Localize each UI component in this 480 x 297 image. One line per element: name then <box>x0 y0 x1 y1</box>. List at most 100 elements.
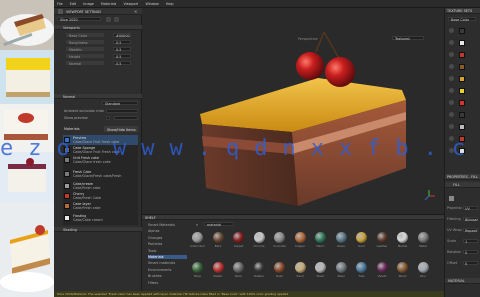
fill-prop-field[interactable]: 0 <box>463 261 478 266</box>
fill-prop-field[interactable]: Repeat <box>463 228 478 233</box>
layer-item-cake-cream[interactable]: Cake/cream Cake/Fresh cake <box>63 181 138 191</box>
texture-swatch[interactable] <box>459 100 465 106</box>
texture-swatch[interactable] <box>459 88 465 94</box>
material-ball[interactable] <box>356 262 367 273</box>
height-value[interactable]: 0.5 <box>113 54 131 59</box>
shelf-category-item[interactable]: Materials <box>148 255 187 259</box>
material-ball[interactable] <box>397 262 408 273</box>
cake-3d-model[interactable] <box>142 8 444 214</box>
material-ball[interactable] <box>376 262 388 273</box>
show-preview-field[interactable] <box>114 116 138 120</box>
material-ball[interactable] <box>192 232 203 243</box>
reference-photo-lemon-cake[interactable] <box>0 50 54 104</box>
normal-mode-dropdown[interactable]: Standard <box>102 101 138 106</box>
menu-image[interactable]: Image <box>83 2 94 6</box>
base-color-value[interactable]: #00000 <box>113 33 131 38</box>
fill-prop-field[interactable]: UV <box>463 206 478 211</box>
layer-item-cherry[interactable]: Cherry Cake/Fresh Cake <box>63 191 138 201</box>
texture-swatch[interactable] <box>459 28 465 34</box>
reset-icon[interactable] <box>114 17 119 22</box>
fill-prop-field[interactable]: 0 <box>463 250 478 255</box>
visibility-eye-icon[interactable] <box>449 100 454 105</box>
3d-viewport[interactable]: Textured Perspective <box>142 8 444 214</box>
menu-materials[interactable]: Materials <box>101 2 117 6</box>
shelf-search-input[interactable]: material <box>204 222 234 227</box>
texture-swatch[interactable] <box>459 76 465 82</box>
texture-swatch[interactable] <box>459 64 465 70</box>
visibility-eye-icon[interactable] <box>449 40 454 45</box>
material-ball[interactable] <box>253 262 265 273</box>
section-normal[interactable]: Normal <box>54 94 142 99</box>
search-icon[interactable]: ⌕ <box>196 222 201 227</box>
visibility-eye-icon[interactable] <box>449 64 454 69</box>
normal-value[interactable]: 0.5 <box>113 61 131 66</box>
layer-item-frosting[interactable]: Frosting Cake/Cake cream <box>63 213 138 223</box>
texture-swatch[interactable] <box>459 40 465 46</box>
reference-photo-cheesecake[interactable] <box>0 202 54 297</box>
roughness-value[interactable]: 0.5 <box>113 40 131 45</box>
menu-window[interactable]: Window <box>145 2 158 6</box>
roughness-field[interactable]: Roughness <box>66 40 104 45</box>
visibility-eye-icon[interactable] <box>449 112 454 117</box>
material-ball[interactable] <box>233 232 244 243</box>
material-ball[interactable] <box>315 232 326 243</box>
material-ball[interactable] <box>335 232 347 243</box>
visibility-eye-icon[interactable] <box>449 88 454 93</box>
material-ball[interactable] <box>356 232 367 243</box>
visibility-eye-icon[interactable] <box>449 124 454 129</box>
material-ball[interactable] <box>192 262 203 273</box>
settings-icon[interactable] <box>106 17 111 22</box>
metallic-value[interactable]: 0.5 <box>113 47 131 52</box>
material-ball[interactable] <box>376 232 388 243</box>
metallic-field[interactable]: Metallic <box>66 47 104 52</box>
material-ball[interactable] <box>294 232 306 243</box>
texture-swatch[interactable] <box>459 52 465 58</box>
shelf-category-item[interactable]: Alphas <box>148 229 187 233</box>
material-ball[interactable] <box>417 232 429 243</box>
material-ball[interactable] <box>212 232 224 243</box>
section-viewports[interactable]: Viewports <box>54 25 142 30</box>
material-ball[interactable] <box>274 232 285 243</box>
shelf-category-item[interactable]: Environments <box>148 268 187 272</box>
show-preview-checkbox[interactable] <box>106 116 110 120</box>
shelf-category-item[interactable]: Tools <box>148 249 187 253</box>
visibility-eye-icon[interactable] <box>449 52 454 57</box>
material-ball[interactable] <box>274 262 285 273</box>
material-ball[interactable] <box>315 262 326 273</box>
axis-gizmo[interactable] <box>422 188 436 202</box>
menu-file[interactable]: File <box>57 2 63 6</box>
close-icon[interactable]: ✕ <box>134 9 139 14</box>
texture-swatch[interactable] <box>459 112 465 118</box>
shelf-category-item[interactable]: Filters <box>148 281 187 285</box>
fill-prop-field[interactable]: Bilinear <box>463 217 478 222</box>
material-ball[interactable] <box>417 262 429 273</box>
material-ball[interactable] <box>253 232 265 243</box>
menu-help[interactable]: Help <box>166 2 174 6</box>
reference-photo-cake-plate[interactable] <box>0 0 54 50</box>
material-ball[interactable] <box>233 262 244 273</box>
shelf-category-item[interactable]: Grunges <box>148 236 187 240</box>
material-ball[interactable] <box>294 262 306 273</box>
material-ball[interactable] <box>335 262 347 273</box>
menu-edit[interactable]: Edit <box>70 2 77 6</box>
visibility-eye-icon[interactable] <box>449 28 454 33</box>
layer-item-cake-layer[interactable]: Cake layer Cake/Fresh cake <box>63 201 138 211</box>
fill-section-header[interactable]: FILL <box>445 182 480 188</box>
material-section-header[interactable]: MATERIAL <box>445 278 480 284</box>
properties-fill-header[interactable]: PROPERTIES - FILL <box>445 174 480 180</box>
shelf-category-item[interactable]: Particles <box>148 242 187 246</box>
menu-viewport[interactable]: Viewport <box>123 2 138 6</box>
show-hide-items-button[interactable]: Show/Hide Items <box>104 126 138 132</box>
section-shading[interactable]: Shading <box>54 227 142 232</box>
layer-item-fresh-cake[interactable]: Fresh Cake Cake/Glace/Fresh cake/Fresh <box>63 169 138 179</box>
channel-dropdown[interactable]: Base Color <box>448 17 476 22</box>
shelf-category-item[interactable]: Brushes <box>148 274 187 278</box>
base-color-field[interactable]: Base Color <box>66 33 104 38</box>
fill-prop-field[interactable]: 1 <box>463 239 478 244</box>
preset-dropdown[interactable]: Slice 2020 <box>57 17 101 22</box>
texture-swatch[interactable] <box>459 124 465 130</box>
shelf-category-item[interactable]: Smart materials <box>148 261 187 265</box>
shelf-category-item[interactable]: Smart Materials <box>148 223 187 227</box>
ambient-occlusion-slider[interactable] <box>106 109 138 113</box>
visibility-eye-icon[interactable] <box>449 76 454 81</box>
